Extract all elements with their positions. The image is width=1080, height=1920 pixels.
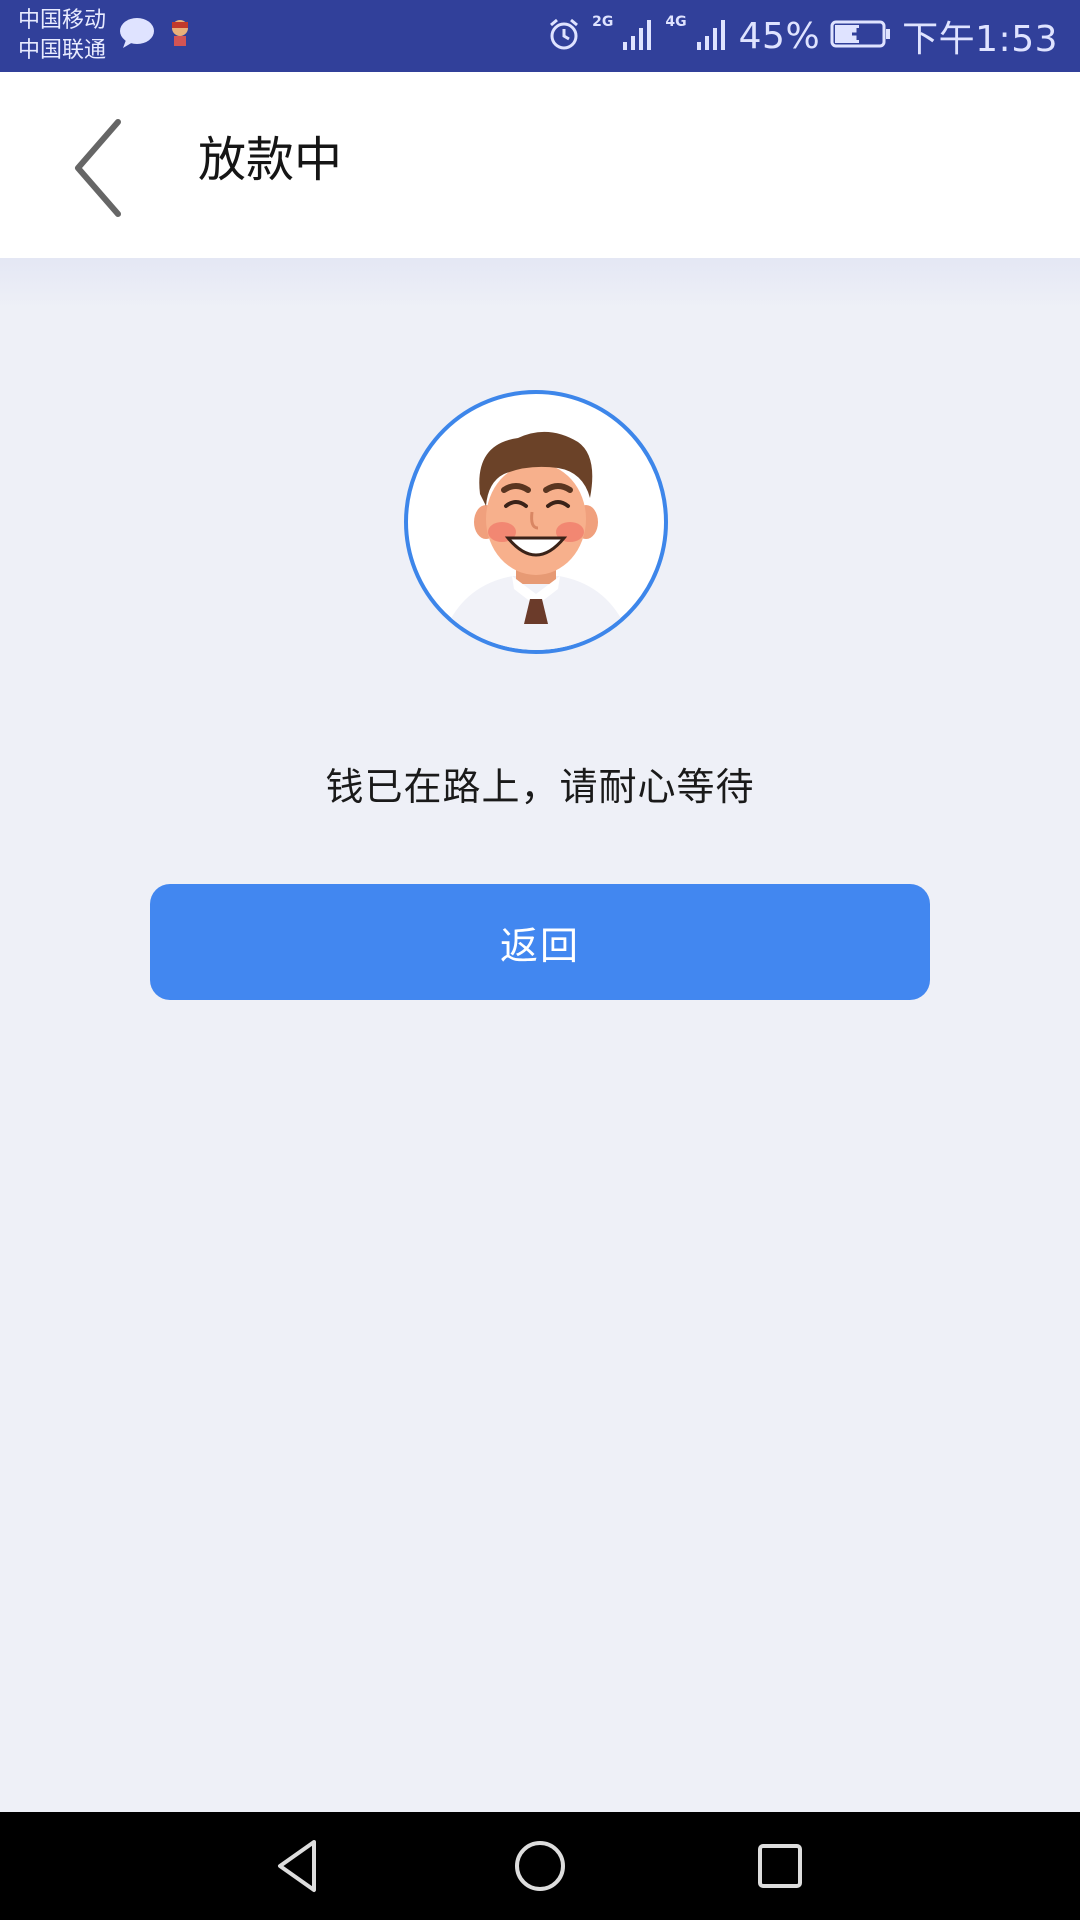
carrier-1: 中国移动 [18,8,107,33]
header-shadow [0,258,1080,308]
return-button[interactable]: 返回 [150,884,930,1000]
screen: 中国移动 中国联通 2G 4G 45% 下午1:53 放款中 钱已在路上，请耐心… [0,0,1080,1920]
alarm-icon [546,16,582,56]
carrier-2: 中国联通 [18,38,107,63]
clock: 下午1:53 [902,19,1058,60]
message-bubble-icon [118,16,156,54]
nav-recent-button[interactable] [748,1834,812,1898]
nav-back-icon [278,1840,316,1892]
signal-2-label: 4G [665,14,687,30]
carrier-info: 中国移动 中国联通 [18,6,106,66]
status-message: 钱已在路上，请耐心等待 [325,765,755,809]
back-button[interactable] [60,112,140,222]
chevron-left-icon [75,119,121,217]
nav-home-button[interactable] [508,1834,572,1898]
avatar [404,390,668,654]
smiling-man-avatar-icon [448,431,624,650]
nav-home-icon [515,1841,565,1891]
signal-icon-2 [695,16,729,56]
battery-charging-icon [830,19,892,53]
nav-back-button[interactable] [268,1834,332,1898]
system-nav-bar [0,1812,1080,1920]
app-header: 放款中 [0,72,1080,258]
app-notification-icon [168,18,192,52]
battery-percent: 45% [738,15,821,57]
nav-recent-icon [758,1844,802,1888]
page-title: 放款中 [198,132,343,188]
signal-icon [621,16,655,56]
notification-icons [118,16,192,54]
status-bar: 中国移动 中国联通 2G 4G 45% 下午1:53 [0,0,1080,72]
system-status: 2G 4G 45% 下午1:53 [546,0,1058,72]
signal-1-label: 2G [592,14,614,30]
